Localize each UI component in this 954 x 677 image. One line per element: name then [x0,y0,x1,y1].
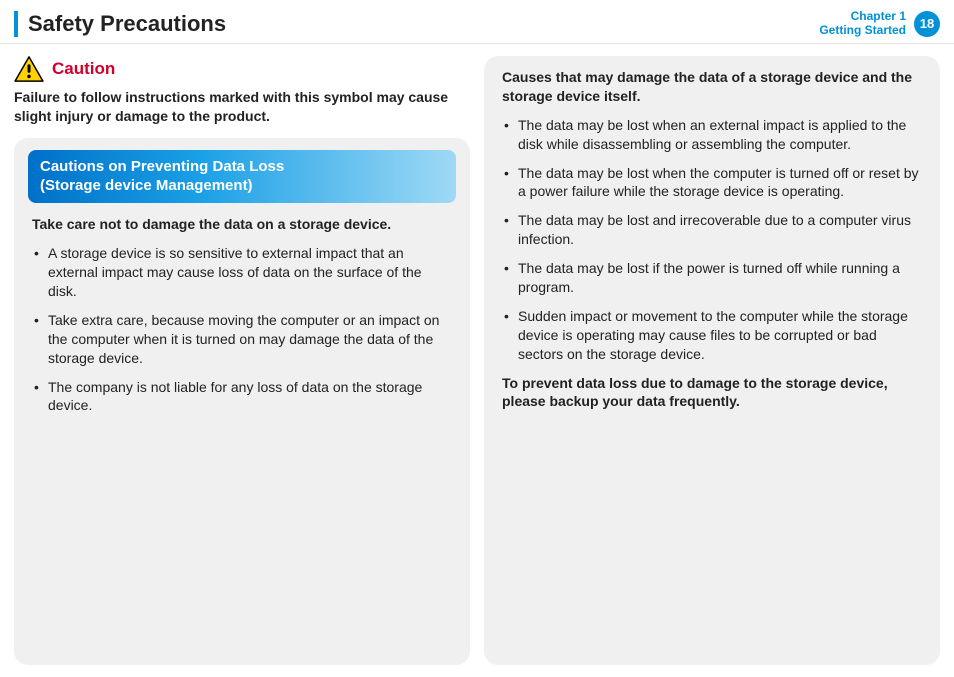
right-bullet-list: The data may be lost when an external im… [498,116,926,364]
list-item: A storage device is so sensitive to exte… [32,244,452,301]
subsection-heading: Cautions on Preventing Data Loss (Storag… [28,150,456,204]
caution-description: Failure to follow instructions marked wi… [14,88,470,126]
page-title: Safety Precautions [28,11,819,37]
list-item: The data may be lost when the computer i… [502,164,922,202]
header-accent [14,11,18,37]
right-strong-top: Causes that may damage the data of a sto… [502,68,922,106]
chapter-block: Chapter 1 Getting Started [819,10,906,36]
list-item: The data may be lost when an external im… [502,116,922,154]
right-column: Causes that may damage the data of a sto… [484,56,940,665]
page-header: Safety Precautions Chapter 1 Getting Sta… [0,0,954,44]
caution-label: Caution [52,59,115,79]
page-body: Caution Failure to follow instructions m… [0,44,954,677]
list-item: The data may be lost if the power is tur… [502,259,922,297]
caution-heading: Caution [14,56,470,82]
list-item: Sudden impact or movement to the compute… [502,307,922,364]
subsection-heading-line2: (Storage device Management) [40,177,444,196]
left-strong-line: Take care not to damage the data on a st… [32,215,452,234]
left-panel: Cautions on Preventing Data Loss (Storag… [14,138,470,665]
left-column: Caution Failure to follow instructions m… [14,56,470,665]
list-item: The company is not liable for any loss o… [32,378,452,416]
subsection-heading-line1: Cautions on Preventing Data Loss [40,158,444,177]
list-item: Take extra care, because moving the comp… [32,311,452,368]
warning-triangle-icon [14,56,44,82]
right-strong-bottom: To prevent data loss due to damage to th… [502,374,922,412]
page-number: 18 [920,16,934,31]
list-item: The data may be lost and irrecoverable d… [502,211,922,249]
right-panel: Causes that may damage the data of a sto… [484,56,940,665]
page-number-badge: 18 [914,11,940,37]
chapter-name: Getting Started [819,24,906,37]
chapter-number: Chapter 1 [819,10,906,23]
left-bullet-list: A storage device is so sensitive to exte… [28,244,456,415]
